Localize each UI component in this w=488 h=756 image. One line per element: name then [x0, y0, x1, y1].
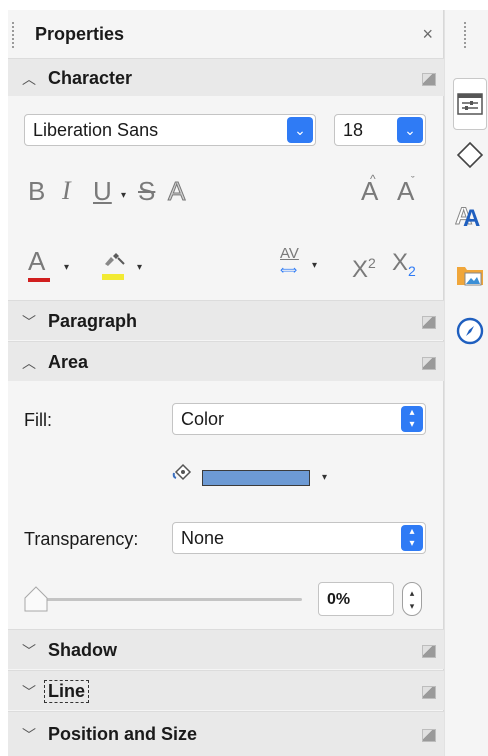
close-icon[interactable]: ×: [422, 24, 433, 45]
fill-color-swatch[interactable]: [202, 470, 310, 486]
italic-button[interactable]: I: [62, 176, 71, 206]
shadow-button[interactable]: A: [167, 176, 185, 207]
panel-title: Properties: [35, 24, 125, 44]
chevron-down-icon: ﹀: [22, 727, 36, 743]
updown-icon[interactable]: ▴ ▾: [401, 406, 423, 432]
section-character-header[interactable]: ︿ Character: [8, 58, 444, 96]
transparency-slider-track[interactable]: [30, 598, 302, 601]
more-options-icon[interactable]: [422, 645, 436, 658]
transparency-label: Transparency:: [24, 529, 139, 549]
gallery-icon: [457, 267, 483, 286]
gallery-tab[interactable]: [453, 258, 487, 292]
paint-bucket-icon: [172, 463, 192, 481]
section-paragraph-label: Paragraph: [48, 311, 138, 331]
section-position-size-label: Position and Size: [48, 724, 198, 744]
font-color-button[interactable]: A: [28, 246, 45, 276]
spacing-dropdown-icon[interactable]: ▾: [312, 260, 317, 271]
underline-dropdown-icon[interactable]: ▾: [121, 190, 126, 201]
shapes-tab[interactable]: [453, 138, 487, 172]
more-options-icon[interactable]: [422, 729, 436, 742]
font-size-combo[interactable]: 18 ⌄: [334, 114, 426, 146]
chevron-up-icon: ︿: [22, 71, 36, 87]
font-name-value: Liberation Sans: [33, 120, 159, 140]
highlight-button[interactable]: [102, 252, 128, 272]
highlighter-icon: [105, 253, 125, 266]
chevron-down-icon: ﹀: [22, 684, 36, 700]
more-options-icon[interactable]: [422, 316, 436, 329]
underline-button[interactable]: U: [93, 176, 112, 206]
section-line-header[interactable]: ﹀ Line: [8, 670, 444, 710]
fill-label: Fill:: [24, 410, 52, 430]
more-options-icon[interactable]: [422, 73, 436, 86]
updown-icon[interactable]: ▴ ▾: [401, 525, 423, 551]
panel-grip[interactable]: [12, 22, 15, 48]
properties-icon: [457, 93, 483, 115]
section-character-label: Character: [48, 68, 133, 88]
section-line-label: Line: [44, 680, 90, 703]
chevron-down-icon: ﹀: [22, 643, 36, 659]
character-spacing-button[interactable]: AV ⟺: [280, 246, 299, 278]
styles-icon: A A: [455, 203, 480, 231]
subscript-button[interactable]: X2: [392, 248, 416, 286]
transparency-percent-value: 0%: [327, 591, 351, 608]
fill-color-button[interactable]: [172, 463, 196, 488]
bold-button[interactable]: B: [28, 176, 45, 206]
font-size-value: 18: [343, 120, 364, 140]
highlight-dropdown-icon[interactable]: ▾: [137, 262, 142, 273]
chevron-down-icon: ﹀: [22, 314, 36, 330]
grow-arrow-icon: ^: [370, 172, 376, 186]
shapes-icon: [456, 141, 484, 169]
properties-panel: Properties × ︿ Character Liberation Sans…: [8, 10, 444, 756]
fill-type-value: Color: [181, 409, 225, 429]
transparency-percent-field[interactable]: 0%: [318, 582, 394, 616]
chevron-down-icon[interactable]: ⌄: [287, 117, 313, 143]
section-area-header[interactable]: ︿ Area: [8, 341, 444, 381]
chevron-down-icon[interactable]: ⌄: [397, 117, 423, 143]
more-options-icon[interactable]: [422, 686, 436, 699]
transparency-spin-button[interactable]: ▴ ▾: [402, 582, 422, 616]
section-position-size-header[interactable]: ﹀ Position and Size: [8, 711, 444, 756]
highlight-swatch: [102, 274, 124, 280]
transparency-select[interactable]: None ▴ ▾: [172, 522, 426, 554]
tabbar-grip[interactable]: [464, 22, 467, 48]
strikethrough-button[interactable]: S: [138, 176, 155, 206]
section-shadow-header[interactable]: ﹀ Shadow: [8, 629, 444, 669]
shrink-font-button[interactable]: Aˇ: [397, 175, 415, 206]
svg-text:A: A: [463, 205, 480, 230]
chevron-up-icon: ︿: [22, 355, 36, 371]
fill-type-select[interactable]: Color ▴ ▾: [172, 403, 426, 435]
grow-font-button[interactable]: A ^: [361, 172, 378, 206]
font-name-combo[interactable]: Liberation Sans ⌄: [24, 114, 316, 146]
navigator-icon: [456, 317, 484, 345]
section-paragraph-header[interactable]: ﹀ Paragraph: [8, 300, 444, 340]
section-shadow-label: Shadow: [48, 640, 118, 660]
styles-tab[interactable]: A A: [453, 198, 487, 232]
font-color-swatch: [28, 278, 50, 282]
superscript-button[interactable]: X2: [352, 248, 376, 285]
more-options-icon[interactable]: [422, 357, 436, 370]
navigator-tab[interactable]: [453, 314, 487, 348]
fill-color-dropdown-icon[interactable]: ▾: [322, 472, 327, 483]
transparency-slider-thumb[interactable]: [24, 586, 48, 612]
properties-tab[interactable]: [453, 78, 487, 130]
shrink-arrow-icon: ˇ: [411, 175, 415, 187]
font-color-dropdown-icon[interactable]: ▾: [64, 262, 69, 273]
spacing-arrows-icon: ⟺: [280, 263, 298, 277]
section-area-label: Area: [48, 352, 89, 372]
transparency-value: None: [181, 528, 225, 548]
sidebar-tab-bar: A A: [444, 10, 488, 756]
